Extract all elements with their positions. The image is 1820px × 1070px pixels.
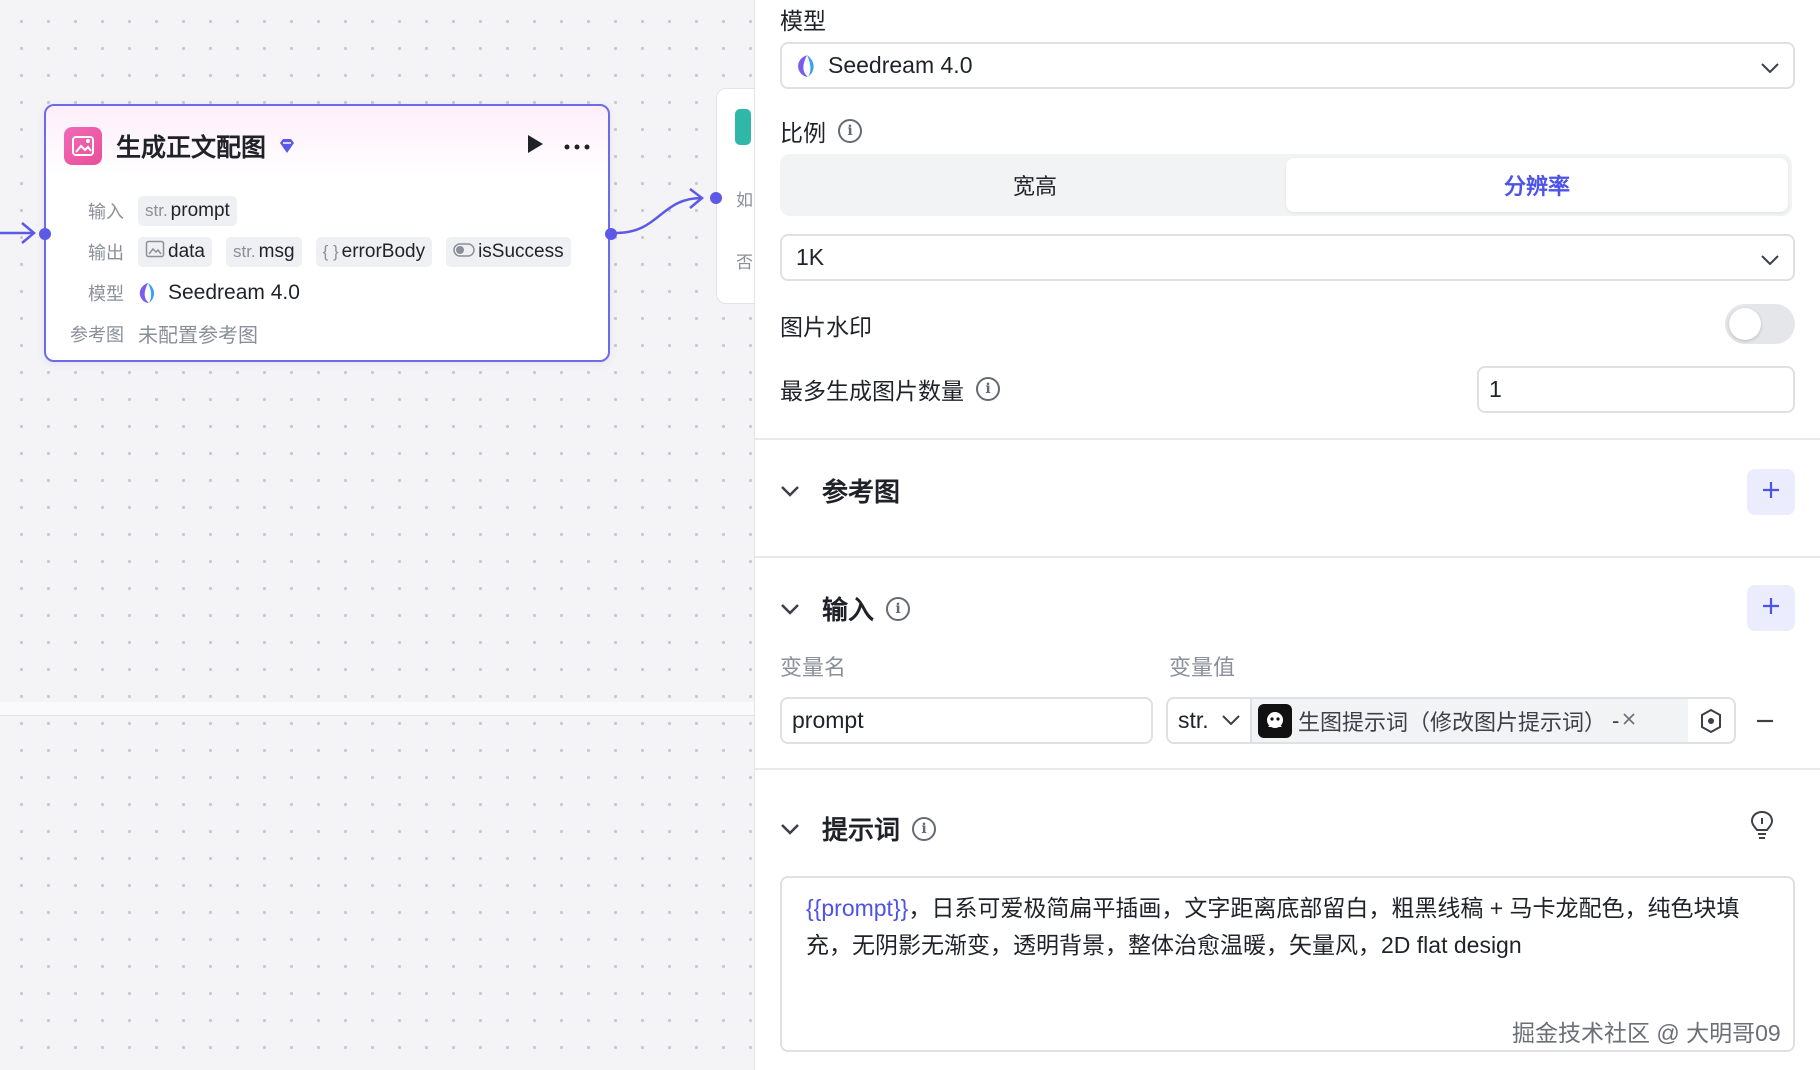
workflow-canvas[interactable]: 生成正文配图 输入 str. prompt 输出 data str. msg {… <box>0 0 754 1070</box>
model-label: 模型 <box>88 283 124 304</box>
input-section-title: 输入 <box>822 595 875 625</box>
ratio-label: 比例 i <box>780 114 862 148</box>
var-type-value: str. <box>1178 707 1209 733</box>
node-input-port[interactable] <box>39 228 51 240</box>
tab-resolution[interactable]: 分辨率 <box>1286 158 1788 212</box>
condition-input-port[interactable] <box>710 192 722 204</box>
watermark-text: 掘金技术社区 @ 大明哥09 <box>1512 1020 1781 1046</box>
condition-if-label: 如 <box>736 191 753 210</box>
output-chip-issuccess: isSuccess <box>446 236 571 267</box>
ref-label: 参考图 <box>70 324 124 345</box>
seedream-logo-icon <box>138 282 158 304</box>
ref-section-title: 参考图 <box>822 477 901 507</box>
image-node-icon <box>64 127 102 165</box>
model-select-value: Seedream 4.0 <box>828 52 973 78</box>
var-ref-label: 生图提示词（修改图片提示词） <box>1298 709 1607 735</box>
section-divider <box>755 556 1820 558</box>
image-type-icon <box>145 240 165 263</box>
input-label: 输入 <box>88 201 124 222</box>
more-options-icon[interactable] <box>564 137 590 155</box>
node-output-port[interactable] <box>605 228 617 240</box>
output-chip-errorbody: { } errorBody <box>315 236 433 267</box>
var-value-column: 变量值 <box>1169 655 1236 680</box>
model-select[interactable]: Seedream 4.0 <box>780 42 1795 89</box>
var-name-column: 变量名 <box>780 655 847 680</box>
image-gen-node[interactable]: 生成正文配图 输入 str. prompt 输出 data str. msg {… <box>44 104 610 362</box>
max-count-input[interactable]: 1 <box>1477 366 1795 413</box>
seedream-logo-icon <box>796 54 818 78</box>
watermark-label: 图片水印 <box>780 314 872 340</box>
plus-icon <box>1761 596 1781 621</box>
prompt-section-title: 提示词 <box>822 815 901 845</box>
chevron-down-icon <box>1761 52 1779 79</box>
add-input-button[interactable] <box>1747 585 1795 631</box>
section-divider <box>755 438 1820 440</box>
output-chip-msg: str. msg <box>225 236 302 267</box>
var-type-select[interactable]: str. <box>1168 699 1252 742</box>
var-ref-tag[interactable]: 生图提示词（修改图片提示词） - <box>1252 699 1688 742</box>
ratio-segmented-control: 宽高 分辨率 <box>780 154 1792 216</box>
resolution-select[interactable]: 1K <box>780 234 1795 281</box>
chevron-down-icon <box>1222 712 1240 730</box>
model-field-label: 模型 <box>780 8 826 34</box>
watermark-toggle[interactable] <box>1725 304 1795 344</box>
lightbulb-icon[interactable] <box>1749 810 1775 845</box>
input-section-header[interactable]: 输入 i <box>780 590 911 627</box>
tab-aspect-ratio[interactable]: 宽高 <box>784 158 1286 212</box>
node-ref-row: 参考图 未配置参考图 <box>66 313 588 354</box>
max-count-label: 最多生成图片数量 i <box>780 372 1000 406</box>
plus-icon <box>1761 480 1781 505</box>
ref-value: 未配置参考图 <box>138 325 258 347</box>
chevron-down-icon <box>1761 244 1779 271</box>
var-value-field[interactable]: str. 生图提示词（修改图片提示词） - <box>1166 697 1736 744</box>
prompt-section-header[interactable]: 提示词 i <box>780 810 937 847</box>
outgoing-edge <box>615 196 703 235</box>
input-chip-prompt: str. prompt <box>138 195 237 226</box>
chevron-down-icon <box>780 485 800 497</box>
section-divider <box>755 768 1820 770</box>
output-chip-data: data <box>138 236 212 267</box>
node-model-value: Seedream 4.0 <box>168 280 300 304</box>
add-ref-button[interactable] <box>1747 469 1795 515</box>
node-output-row: 输出 data str. msg { } errorBody isSuccess <box>66 231 588 272</box>
node-model-row: 模型 Seedream 4.0 <box>66 272 588 313</box>
info-icon[interactable]: i <box>912 816 937 841</box>
config-panel: 模型 Seedream 4.0 比例 i 宽高 分辨率 1K 图片水印 最多生成图… <box>754 0 1820 1070</box>
bot-avatar-icon <box>1258 703 1292 738</box>
condition-else-label: 否 <box>736 253 753 272</box>
info-icon[interactable]: i <box>976 377 1000 401</box>
canvas-divider <box>0 702 754 716</box>
resolution-select-value: 1K <box>796 244 825 270</box>
diamond-badge-icon <box>278 138 296 154</box>
output-label: 输出 <box>88 242 124 263</box>
boolean-toggle-icon <box>453 242 475 262</box>
condition-node-icon <box>735 109 751 145</box>
ref-section-header[interactable]: 参考图 <box>780 472 900 509</box>
remove-var-button[interactable] <box>1755 706 1775 741</box>
node-input-row: 输入 str. prompt <box>66 190 588 231</box>
var-source-icon[interactable] <box>1688 699 1734 742</box>
chevron-down-icon <box>780 823 800 835</box>
close-icon[interactable] <box>1623 712 1635 730</box>
run-node-icon[interactable] <box>526 134 544 159</box>
info-icon[interactable]: i <box>838 119 862 143</box>
chevron-down-icon <box>780 603 800 615</box>
node-title: 生成正文配图 <box>116 134 267 162</box>
var-name-input[interactable]: prompt <box>780 697 1153 744</box>
toggle-knob <box>1729 308 1761 340</box>
prompt-text: ，日系可爱极简扁平插画，文字距离底部留白，粗黑线稿 + 马卡龙配色，纯色块填充，… <box>806 895 1740 958</box>
var-ref-suffix: - <box>1612 707 1620 733</box>
prompt-variable: {{prompt}} <box>806 895 909 921</box>
info-icon[interactable]: i <box>886 596 911 621</box>
